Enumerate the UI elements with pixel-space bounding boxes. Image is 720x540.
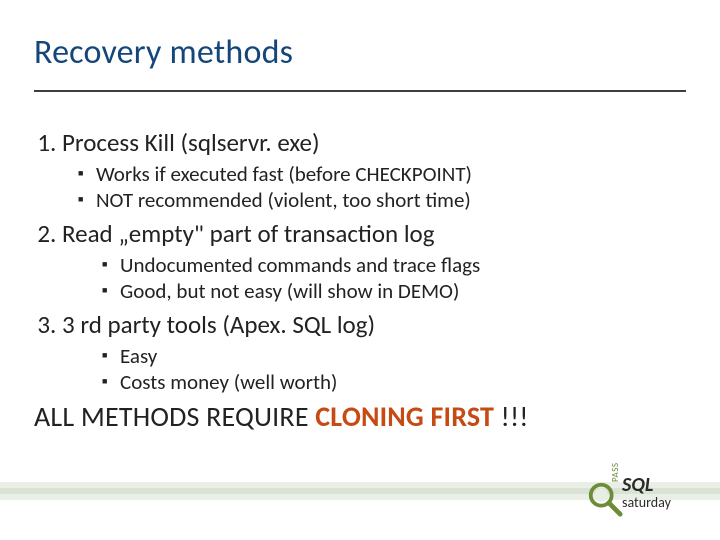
item-head: 3 rd party tools (Apex. SQL log) [62, 309, 375, 340]
sub-item: NOT recommended (violent, too short time… [78, 187, 686, 213]
page-title: Recovery methods [34, 32, 293, 73]
sub-list: Works if executed fast (before CHECKPOIN… [62, 161, 686, 214]
logo-side-text: PASS [610, 463, 621, 482]
sub-item: Easy [102, 343, 686, 369]
sub-item: Works if executed fast (before CHECKPOIN… [78, 161, 686, 187]
final-suffix: !!! [494, 399, 529, 434]
sub-item: Good, but not easy (will show in DEMO) [102, 278, 686, 304]
slide: Recovery methods Process Kill (sqlservr.… [0, 0, 720, 540]
sub-list: Undocumented commands and trace flags Go… [62, 252, 686, 305]
sql-saturday-logo: PASS SQL saturday [586, 474, 702, 526]
list-item: Read „empty" part of transaction log Und… [62, 219, 686, 304]
logo-small: saturday [622, 496, 671, 509]
magnifier-icon [586, 480, 624, 518]
final-prefix: ALL METHODS REQUIRE [34, 399, 315, 434]
final-note: ALL METHODS REQUIRE CLONING FIRST !!! [34, 401, 686, 433]
item-head: Read „empty" part of transaction log [62, 218, 435, 249]
logo-text: SQL saturday [622, 476, 671, 509]
main-list: Process Kill (sqlservr. exe) Works if ex… [34, 128, 686, 395]
sub-item: Costs money (well worth) [102, 369, 686, 395]
sub-list: Easy Costs money (well worth) [62, 343, 686, 396]
sub-item: Undocumented commands and trace flags [102, 252, 686, 278]
final-emphasis: CLONING FIRST [315, 399, 494, 434]
list-item: Process Kill (sqlservr. exe) Works if ex… [62, 128, 686, 213]
list-item: 3 rd party tools (Apex. SQL log) Easy Co… [62, 310, 686, 395]
content-area: Process Kill (sqlservr. exe) Works if ex… [34, 128, 686, 433]
item-head: Process Kill (sqlservr. exe) [62, 127, 320, 158]
title-divider [34, 90, 686, 92]
